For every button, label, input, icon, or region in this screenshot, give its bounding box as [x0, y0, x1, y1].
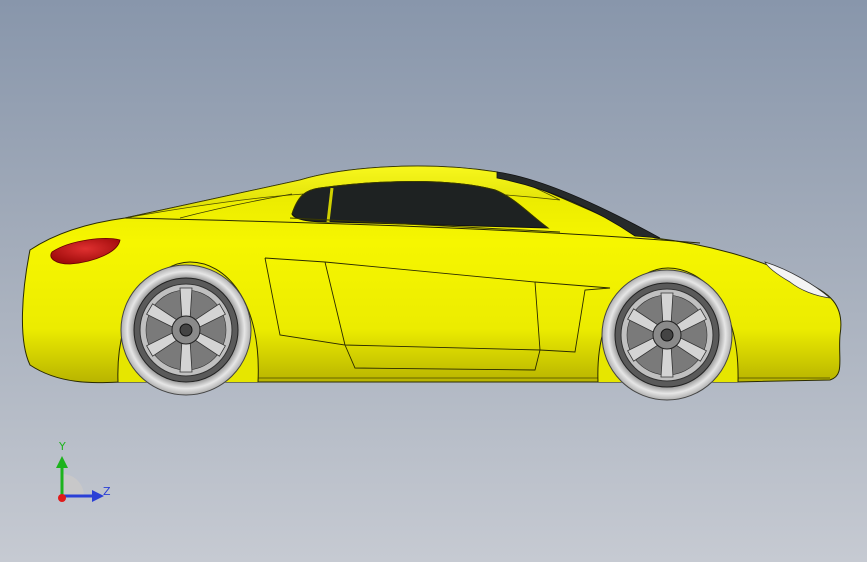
coordinate-triad: Y Z — [40, 438, 130, 518]
graphics-viewport[interactable]: Y Z — [0, 0, 867, 562]
y-axis-label: Y — [59, 440, 66, 453]
front-wheel — [601, 269, 733, 401]
rear-wheel — [120, 264, 252, 396]
triad-axes-icon — [56, 456, 104, 502]
z-axis-label: Z — [103, 485, 111, 498]
car-model[interactable] — [0, 0, 867, 562]
